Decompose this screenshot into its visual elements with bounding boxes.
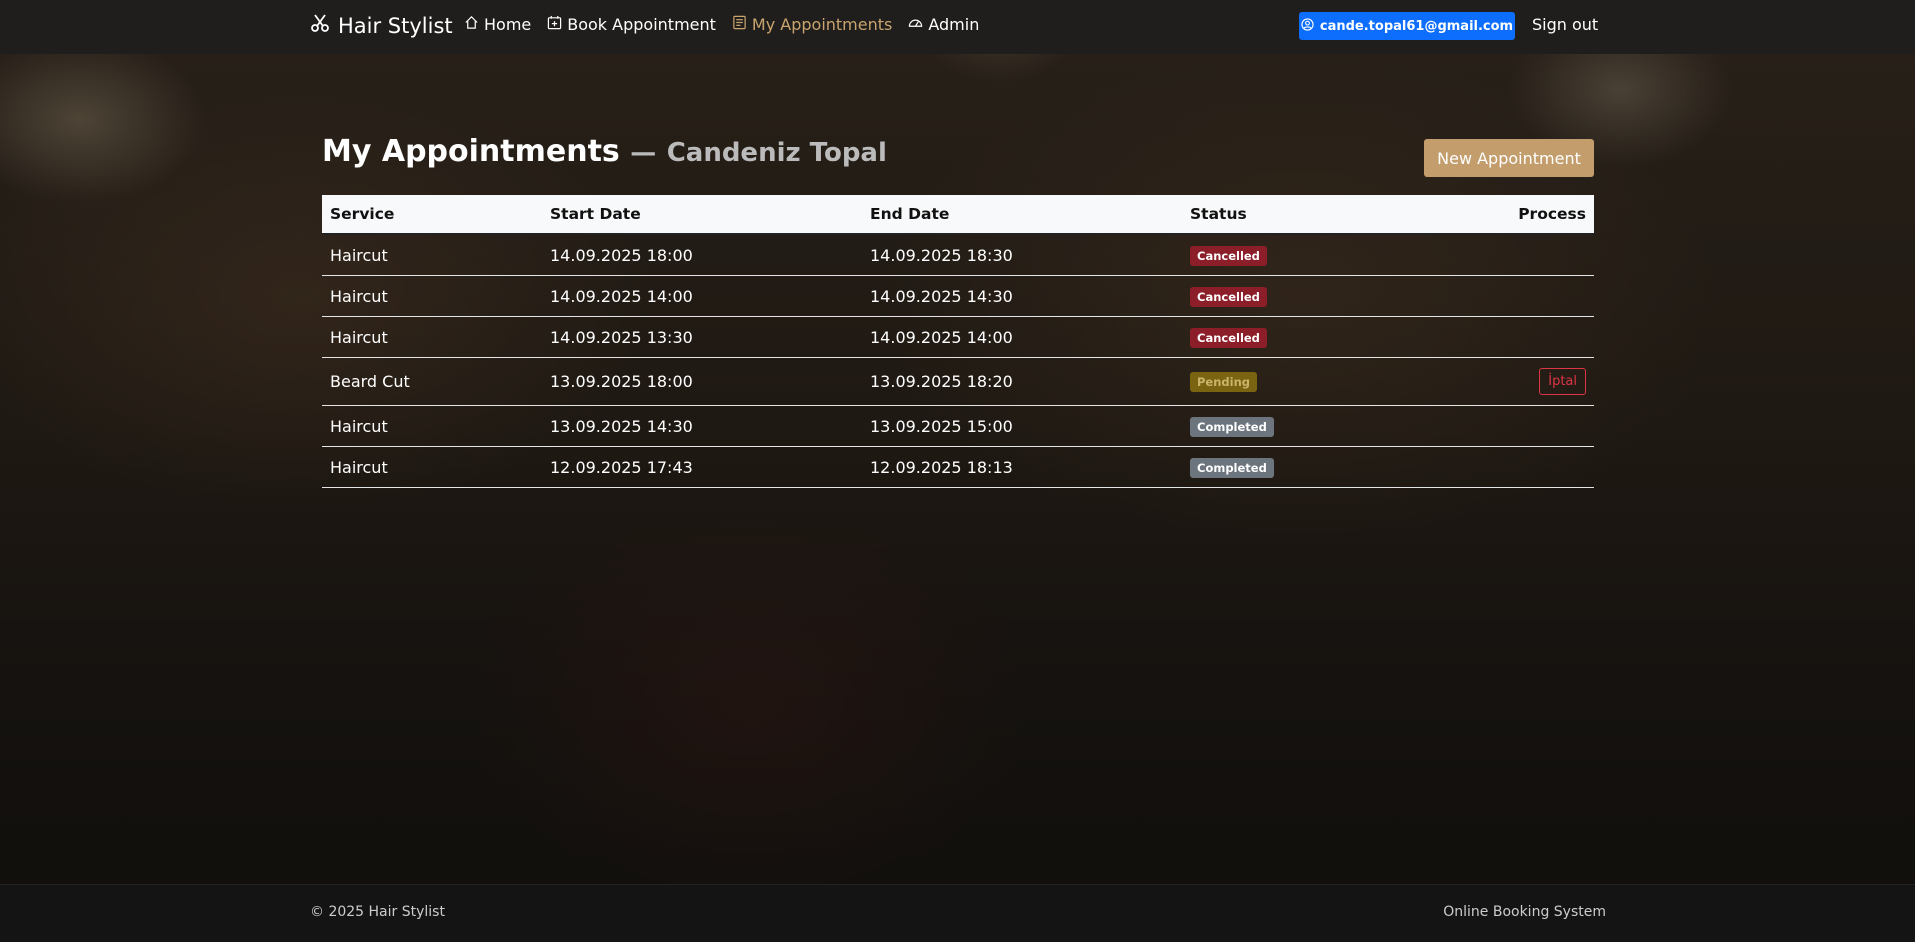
cell-end-date: 14.09.2025 14:30 bbox=[870, 286, 1013, 306]
user-circle-icon bbox=[1301, 17, 1314, 35]
table-row: Haircut 14.09.2025 14:00 14.09.2025 14:3… bbox=[322, 276, 1594, 317]
nav-links: Home Book Appointment My Appointments Ad… bbox=[464, 15, 979, 34]
cell-end-date: 14.09.2025 14:00 bbox=[870, 327, 1013, 347]
footer-copyright: © 2025 Hair Stylist bbox=[310, 904, 445, 920]
table-header: Service Start Date End Date Status Proce… bbox=[322, 195, 1594, 235]
header-end-date: End Date bbox=[870, 205, 950, 223]
status-badge: Cancelled bbox=[1190, 245, 1267, 266]
page-title-text: My Appointments bbox=[322, 134, 620, 169]
header-start-date: Start Date bbox=[550, 205, 641, 223]
cell-status: Cancelled bbox=[1182, 245, 1382, 266]
new-appointment-button[interactable]: New Appointment bbox=[1424, 139, 1594, 177]
cell-service: Haircut bbox=[330, 327, 388, 347]
brand-label: Hair Stylist bbox=[338, 13, 453, 38]
page-user-name: Candeniz Topal bbox=[666, 138, 887, 168]
signout-link[interactable]: Sign out bbox=[1532, 15, 1598, 34]
cell-status: Cancelled bbox=[1182, 327, 1382, 348]
status-badge: Cancelled bbox=[1190, 286, 1267, 307]
cell-status: Completed bbox=[1182, 457, 1382, 478]
user-account-button[interactable]: cande.topal61@gmail.com bbox=[1299, 12, 1515, 40]
nav-link-book-appointment[interactable]: Book Appointment bbox=[547, 15, 716, 34]
status-badge: Completed bbox=[1190, 416, 1274, 437]
brand[interactable]: Hair Stylist bbox=[310, 13, 453, 38]
cell-start-date: 14.09.2025 18:00 bbox=[550, 245, 693, 265]
cell-start-date: 13.09.2025 18:00 bbox=[550, 372, 693, 391]
cell-service: Haircut bbox=[330, 245, 388, 265]
dashboard-icon bbox=[908, 15, 923, 34]
nav-link-my-appointments[interactable]: My Appointments bbox=[732, 15, 892, 34]
title-separator: — bbox=[630, 138, 657, 168]
cell-process: İptal bbox=[1382, 368, 1594, 395]
scissors-icon bbox=[310, 13, 330, 38]
cell-start-date: 13.09.2025 14:30 bbox=[550, 416, 693, 436]
nav-link-home[interactable]: Home bbox=[464, 15, 531, 34]
header-process: Process bbox=[1518, 205, 1586, 223]
cell-status: Completed bbox=[1182, 416, 1382, 437]
nav-link-label: My Appointments bbox=[751, 15, 893, 34]
status-badge: Completed bbox=[1190, 457, 1274, 478]
cell-service: Haircut bbox=[330, 286, 388, 306]
calendar-plus-icon bbox=[547, 15, 562, 34]
cell-end-date: 13.09.2025 18:20 bbox=[870, 372, 1013, 391]
cancel-appointment-button[interactable]: İptal bbox=[1539, 368, 1586, 395]
cell-start-date: 12.09.2025 17:43 bbox=[550, 457, 693, 477]
cell-end-date: 14.09.2025 18:30 bbox=[870, 245, 1013, 265]
appointments-table: Service Start Date End Date Status Proce… bbox=[322, 195, 1594, 488]
main-content: My Appointments — Candeniz Topal New App… bbox=[0, 54, 1915, 884]
cell-status: Pending bbox=[1182, 371, 1382, 392]
cell-end-date: 12.09.2025 18:13 bbox=[870, 457, 1013, 477]
nav-link-label: Home bbox=[484, 15, 532, 34]
cell-status: Cancelled bbox=[1182, 286, 1382, 307]
table-row: Haircut 12.09.2025 17:43 12.09.2025 18:1… bbox=[322, 447, 1594, 488]
cell-end-date: 13.09.2025 15:00 bbox=[870, 416, 1013, 436]
table-row: Haircut 14.09.2025 18:00 14.09.2025 18:3… bbox=[322, 235, 1594, 276]
navbar: Hair Stylist Home Book Appointment My Ap… bbox=[0, 0, 1915, 54]
list-icon bbox=[732, 15, 747, 34]
nav-link-label: Admin bbox=[928, 15, 980, 34]
cell-service: Haircut bbox=[330, 416, 388, 436]
page-title: My Appointments — Candeniz Topal bbox=[322, 134, 887, 169]
cell-start-date: 14.09.2025 13:30 bbox=[550, 327, 693, 347]
cell-start-date: 14.09.2025 14:00 bbox=[550, 286, 693, 306]
table-row: Beard Cut 13.09.2025 18:00 13.09.2025 18… bbox=[322, 358, 1594, 406]
cell-service: Beard Cut bbox=[330, 372, 410, 391]
home-icon bbox=[464, 15, 479, 34]
nav-link-label: Book Appointment bbox=[567, 15, 716, 34]
table-row: Haircut 13.09.2025 14:30 13.09.2025 15:0… bbox=[322, 406, 1594, 447]
header-service: Service bbox=[330, 205, 395, 223]
footer: © 2025 Hair Stylist Online Booking Syste… bbox=[0, 884, 1915, 942]
status-badge: Cancelled bbox=[1190, 327, 1267, 348]
table-row: Haircut 14.09.2025 13:30 14.09.2025 14:0… bbox=[322, 317, 1594, 358]
cell-service: Haircut bbox=[330, 457, 388, 477]
status-badge: Pending bbox=[1190, 372, 1258, 392]
footer-tagline: Online Booking System bbox=[1443, 904, 1606, 920]
user-email: cande.topal61@gmail.com bbox=[1319, 18, 1514, 34]
header-status: Status bbox=[1190, 205, 1247, 223]
nav-link-admin[interactable]: Admin bbox=[908, 15, 979, 34]
